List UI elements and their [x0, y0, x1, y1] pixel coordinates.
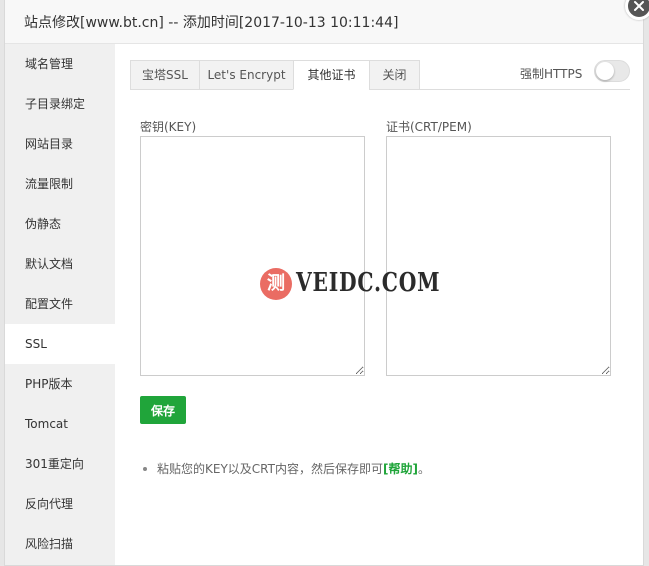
tab-other-cert[interactable]: 其他证书 [293, 60, 370, 90]
ssl-panel: 宝塔SSL Let's Encrypt 其他证书 关闭 强制HTTPS 密钥(K… [115, 44, 643, 565]
sidebar: 域名管理 子目录绑定 网站目录 流量限制 伪静态 默认文档 配置文件 SSL P… [5, 44, 115, 565]
tab-lets-encrypt[interactable]: Let's Encrypt [199, 60, 294, 90]
help-link[interactable]: [帮助] [383, 462, 418, 476]
sidebar-item-rewrite[interactable]: 伪静态 [5, 204, 115, 244]
sidebar-item-subdirectory[interactable]: 子目录绑定 [5, 84, 115, 124]
sidebar-item-default-doc[interactable]: 默认文档 [5, 244, 115, 284]
watermark-text: VEIDC.COM [296, 268, 441, 298]
sidebar-item-risk-scan[interactable]: 风险扫描 [5, 524, 115, 564]
tab-close-ssl[interactable]: 关闭 [369, 60, 420, 90]
cert-label: 证书(CRT/PEM) [386, 120, 472, 134]
dialog-title-bar: 站点修改[www.bt.cn] -- 添加时间[2017-10-13 10:11… [5, 0, 643, 44]
help-tip: 粘贴您的KEY以及CRT内容，然后保存即可[帮助]。 [143, 460, 430, 477]
force-https-toggle[interactable] [594, 60, 630, 82]
bullet-icon [143, 466, 147, 471]
sidebar-item-traffic-limit[interactable]: 流量限制 [5, 164, 115, 204]
sidebar-item-redirect-301[interactable]: 301重定向 [5, 444, 115, 484]
save-button[interactable]: 保存 [140, 396, 186, 424]
key-textarea[interactable] [140, 136, 365, 376]
sidebar-item-domain[interactable]: 域名管理 [5, 44, 115, 84]
cert-textarea[interactable] [386, 136, 611, 376]
tip-text: 粘贴您的KEY以及CRT内容，然后保存即可 [157, 462, 383, 476]
tab-bt-ssl[interactable]: 宝塔SSL [130, 60, 200, 90]
sidebar-item-tomcat[interactable]: Tomcat [5, 404, 115, 444]
force-https-label: 强制HTTPS [520, 67, 583, 81]
toggle-knob [596, 62, 614, 80]
key-label: 密钥(KEY) [140, 120, 197, 134]
site-edit-dialog: 站点修改[www.bt.cn] -- 添加时间[2017-10-13 10:11… [4, 0, 644, 566]
watermark-badge: 测 [260, 268, 292, 300]
sidebar-item-php-version[interactable]: PHP版本 [5, 364, 115, 404]
sidebar-item-config-file[interactable]: 配置文件 [5, 284, 115, 324]
sidebar-item-reverse-proxy[interactable]: 反向代理 [5, 484, 115, 524]
dialog-title: 站点修改[www.bt.cn] -- 添加时间[2017-10-13 10:11… [24, 15, 399, 31]
tip-suffix: 。 [417, 462, 430, 476]
sidebar-item-ssl[interactable]: SSL [5, 324, 115, 364]
close-icon [634, 1, 644, 11]
sidebar-item-site-directory[interactable]: 网站目录 [5, 124, 115, 164]
